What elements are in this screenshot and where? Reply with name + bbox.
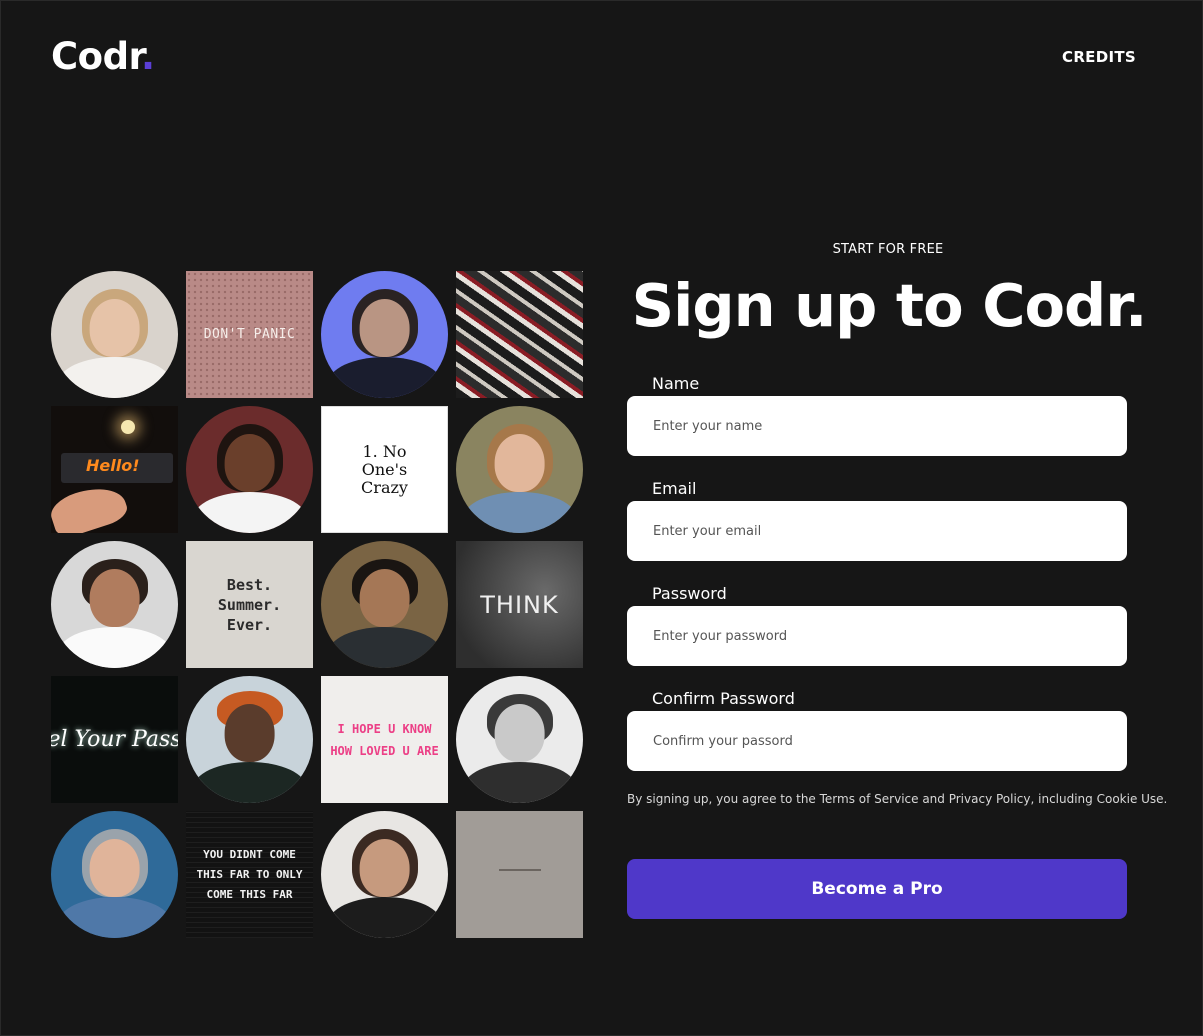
portrait-man-bw bbox=[456, 676, 583, 803]
portrait-man-smiling bbox=[51, 541, 178, 668]
chalk-text-think: THINK bbox=[456, 541, 583, 668]
name-field[interactable] bbox=[627, 396, 1127, 456]
tile-text-hello: Hello! bbox=[86, 456, 140, 475]
email-field[interactable] bbox=[627, 501, 1127, 561]
book-cover-no-ones-crazy: 1. No One's Crazy bbox=[321, 406, 448, 533]
confirm-password-label: Confirm Password bbox=[652, 689, 795, 708]
password-label: Password bbox=[652, 584, 727, 603]
letterboard-dont-panic: DON'T PANIC bbox=[186, 271, 313, 398]
logo-dot: . bbox=[141, 35, 155, 78]
tile-text-best-summer-ever: Best. Summer. Ever. bbox=[217, 575, 282, 634]
portrait-woman-denim bbox=[456, 406, 583, 533]
portrait-woman-black-top bbox=[321, 811, 448, 938]
image-gallery: DON'T PANIC Hello! 1. No One's Crazy Bes… bbox=[51, 271, 583, 938]
tile-text-i-hope-u-know: I HOPE U KNOW HOW LOVED U ARE bbox=[330, 721, 439, 758]
neon-script-sign: el Your Pass bbox=[51, 676, 178, 803]
become-a-pro-button[interactable]: Become a Pro bbox=[627, 859, 1127, 919]
hello-neon-sign: Hello! bbox=[51, 406, 178, 533]
portrait-blonde-woman bbox=[51, 271, 178, 398]
tile-text-you-didnt-come: YOU DIDNT COME THIS FAR TO ONLY COME THI… bbox=[196, 847, 303, 901]
tile-text-dont-panic: DON'T PANIC bbox=[203, 327, 296, 342]
logo-text: Codr bbox=[51, 35, 142, 78]
wall-text-i-hope-u-know: I HOPE U KNOW HOW LOVED U ARE bbox=[321, 676, 448, 803]
letterboard-you-didnt-come-this-far: YOU DIDNT COME THIS FAR TO ONLY COME THI… bbox=[186, 811, 313, 938]
logo[interactable]: Codr. bbox=[51, 35, 155, 78]
grey-tile bbox=[456, 811, 583, 938]
wall-text-best-summer-ever: Best. Summer. Ever. bbox=[186, 541, 313, 668]
nav-credits-link[interactable]: CREDITS bbox=[1062, 48, 1136, 66]
terms-text: By signing up, you agree to the Terms of… bbox=[627, 792, 1168, 806]
confirm-password-field[interactable] bbox=[627, 711, 1127, 771]
portrait-man-outdoors bbox=[321, 541, 448, 668]
portrait-woman-blue-light bbox=[321, 271, 448, 398]
sticker-collage bbox=[456, 271, 583, 398]
name-label: Name bbox=[652, 374, 700, 393]
tile-text-neon-script: el Your Pass bbox=[51, 727, 178, 752]
tile-text-no-ones-crazy: 1. No One's Crazy bbox=[361, 441, 408, 497]
portrait-woman-hoodie bbox=[51, 811, 178, 938]
tile-text-think: THINK bbox=[480, 590, 559, 619]
email-label: Email bbox=[652, 479, 697, 498]
portrait-man-orange-beanie bbox=[186, 676, 313, 803]
eyebrow-start-for-free: START FOR FREE bbox=[832, 242, 944, 257]
page: Codr. CREDITS DON'T PANIC Hello! 1. No O… bbox=[0, 0, 1203, 1036]
password-field[interactable] bbox=[627, 606, 1127, 666]
page-title: Sign up to Codr. bbox=[631, 271, 1148, 340]
portrait-woman-dark-bg bbox=[186, 406, 313, 533]
